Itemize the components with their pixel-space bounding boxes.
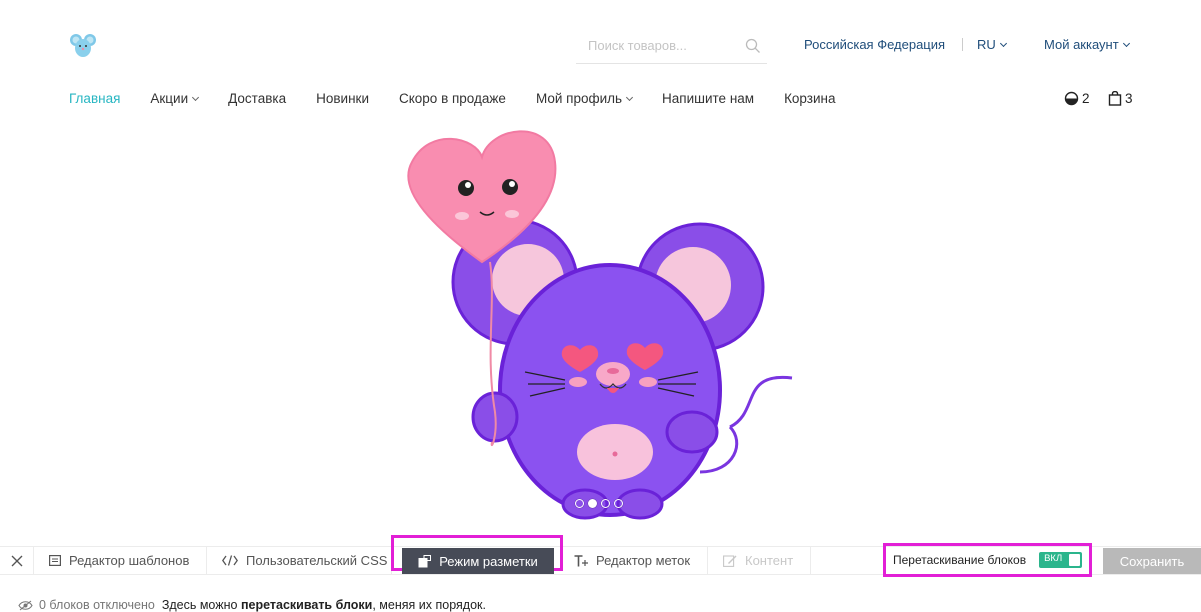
nav-item-new[interactable]: Новинки <box>316 91 369 106</box>
custom-css-button[interactable]: Пользовательский CSS <box>208 547 392 574</box>
blocks-icon <box>418 554 432 567</box>
slider-dot[interactable] <box>575 499 584 508</box>
bag-icon <box>1108 91 1122 106</box>
hint-prefix: Здесь можно <box>161 598 238 612</box>
edit-content-icon <box>723 555 737 567</box>
nav-item-label: Акции <box>150 91 189 106</box>
nav-item-delivery[interactable]: Доставка <box>228 91 286 106</box>
slider-dot[interactable] <box>601 499 610 508</box>
content-button[interactable]: Контент <box>709 547 811 574</box>
hint-bold: перетаскивать блоки <box>240 598 373 612</box>
account-label: Мой аккаунт <box>1044 37 1119 52</box>
search-box <box>576 30 767 64</box>
eye-off-icon <box>18 600 33 610</box>
label-editor-label: Редактор меток <box>596 553 691 568</box>
cart-link[interactable]: 3 <box>1108 91 1133 106</box>
close-toolbar-button[interactable] <box>0 547 34 574</box>
divider <box>962 38 963 51</box>
disabled-blocks-count: 0 блоков отключено <box>39 598 155 612</box>
hero-banner-image[interactable] <box>400 122 800 522</box>
nav-item-profile[interactable]: Мой профиль <box>535 91 634 106</box>
content-label: Контент <box>745 553 794 568</box>
compare-link[interactable]: 2 <box>1064 91 1090 106</box>
chevron-down-icon <box>192 93 200 102</box>
compare-icon <box>1064 91 1079 106</box>
toggle-knob <box>1069 554 1081 566</box>
custom-css-label: Пользовательский CSS <box>246 553 388 568</box>
hint-suffix: , меняя их порядок. <box>372 598 486 612</box>
nav-item-label: Мой профиль <box>535 91 623 106</box>
nav-item-promotions[interactable]: Акции <box>150 91 200 106</box>
editor-toolbar: Редактор шаблонов Пользовательский CSS Р… <box>0 535 1201 577</box>
drag-blocks-control: Перетаскивание блоков ВКЛ <box>883 543 1092 577</box>
nav-item-coming-soon[interactable]: Скоро в продаже <box>399 91 506 106</box>
region-selector[interactable]: Российская Федерация <box>804 37 945 52</box>
drag-blocks-toggle[interactable]: ВКЛ <box>1039 552 1083 568</box>
label-editor-button[interactable]: Редактор меток <box>560 547 708 574</box>
template-editor-label: Редактор шаблонов <box>69 553 190 568</box>
nav-item-contact[interactable]: Напишите нам <box>662 91 754 106</box>
text-icon <box>574 554 588 566</box>
chevron-down-icon <box>999 39 1007 48</box>
nav-item-home[interactable]: Главная <box>69 91 120 106</box>
layout-mode-button[interactable]: Режим разметки <box>402 548 554 574</box>
slider-dot[interactable] <box>614 499 623 508</box>
cart-count: 3 <box>1125 91 1133 106</box>
slider-dot-active[interactable] <box>588 499 597 508</box>
account-menu[interactable]: Мой аккаунт <box>1044 37 1130 52</box>
compare-count: 2 <box>1082 91 1090 106</box>
save-button[interactable]: Сохранить <box>1103 548 1201 574</box>
close-icon <box>11 555 22 566</box>
layout-mode-label: Режим разметки <box>439 553 538 569</box>
template-icon <box>49 555 61 566</box>
toggle-state-label: ВКЛ <box>1044 553 1063 564</box>
chevron-down-icon <box>626 93 634 102</box>
drag-blocks-label: Перетаскивание блоков <box>893 553 1027 567</box>
nav-item-cart[interactable]: Корзина <box>784 91 835 106</box>
slider-pagination <box>575 499 627 508</box>
editor-status-bar: 0 блоков отключено Здесь можно перетаски… <box>18 598 486 612</box>
search-icon[interactable] <box>745 38 761 59</box>
code-icon <box>222 555 238 566</box>
language-selector[interactable]: RU <box>977 37 1007 52</box>
chevron-down-icon <box>1122 39 1130 48</box>
site-logo[interactable] <box>69 31 97 59</box>
language-label: RU <box>977 37 996 52</box>
main-nav: Главная Акции Доставка Новинки Скоро в п… <box>69 91 866 106</box>
search-input[interactable] <box>576 30 736 60</box>
template-editor-button[interactable]: Редактор шаблонов <box>35 547 207 574</box>
